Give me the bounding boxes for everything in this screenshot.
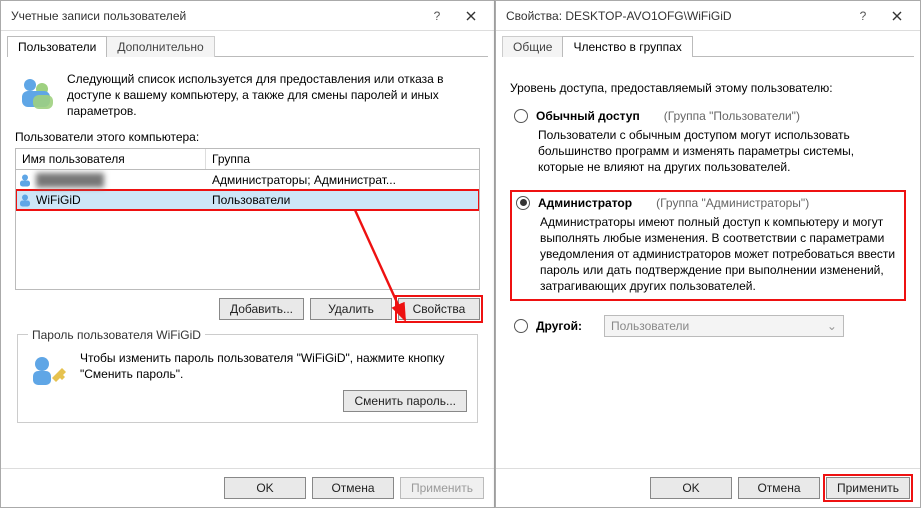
- ok-button[interactable]: OK: [650, 477, 732, 499]
- titlebar: Свойства: DESKTOP-AVO1OFG\WiFiGiD ?: [496, 1, 920, 31]
- user-properties-dialog: Свойства: DESKTOP-AVO1OFG\WiFiGiD ? Общи…: [495, 0, 921, 508]
- option-desc: Пользователи с обычным доступом могут ис…: [538, 127, 902, 176]
- close-icon: [892, 11, 902, 21]
- column-group[interactable]: Группа: [206, 149, 479, 169]
- close-button[interactable]: [880, 5, 914, 27]
- table-row[interactable]: WiFiGiD Пользователи: [16, 190, 479, 210]
- window-title: Свойства: DESKTOP-AVO1OFG\WiFiGiD: [502, 9, 846, 23]
- radio-other[interactable]: [514, 319, 528, 333]
- option-standard[interactable]: Обычный доступ (Группа "Пользователи") П…: [510, 105, 906, 180]
- user-accounts-dialog: Учетные записи пользователей ? Пользоват…: [0, 0, 495, 508]
- list-header: Имя пользователя Группа: [15, 148, 480, 170]
- close-button[interactable]: [454, 5, 488, 27]
- dialog-footer: OK Отмена Применить: [1, 468, 494, 507]
- option-other[interactable]: Другой: Пользователи ⌄: [510, 311, 906, 341]
- radio-standard[interactable]: [514, 109, 528, 123]
- option-desc: Администраторы имеют полный доступ к ком…: [540, 214, 900, 295]
- option-admin[interactable]: Администратор (Группа "Администраторы") …: [510, 190, 906, 301]
- tab-general[interactable]: Общие: [502, 36, 563, 57]
- tab-group-membership[interactable]: Членство в группах: [562, 36, 692, 57]
- change-password-button[interactable]: Сменить пароль...: [343, 390, 467, 412]
- ok-button[interactable]: OK: [224, 477, 306, 499]
- add-button[interactable]: Добавить...: [219, 298, 304, 320]
- user-icon: [16, 173, 34, 187]
- window-title: Учетные записи пользователей: [7, 9, 420, 23]
- tab-content: Уровень доступа, предоставляемый этому п…: [496, 57, 920, 359]
- chevron-down-icon: ⌄: [827, 319, 837, 333]
- users-list[interactable]: ████████ Администраторы; Администрат... …: [15, 170, 480, 290]
- cell-group: Администраторы; Администрат...: [206, 173, 479, 187]
- apply-button[interactable]: Применить: [826, 477, 910, 499]
- option-label: Обычный доступ: [536, 109, 640, 123]
- password-group: Пароль пользователя WiFiGiD Чтобы измени…: [17, 328, 478, 423]
- titlebar: Учетные записи пользователей ?: [1, 1, 494, 31]
- properties-button[interactable]: Свойства: [398, 298, 480, 320]
- cell-name: WiFiGiD: [34, 193, 206, 207]
- list-button-bar: Добавить... Удалить Свойства: [15, 298, 480, 320]
- dialog-footer: OK Отмена Применить: [496, 468, 920, 507]
- table-row[interactable]: ████████ Администраторы; Администрат...: [16, 170, 479, 190]
- remove-button[interactable]: Удалить: [310, 298, 392, 320]
- cancel-button[interactable]: Отмена: [312, 477, 394, 499]
- option-label: Администратор: [538, 196, 632, 210]
- user-icon: [16, 193, 34, 207]
- group-combo[interactable]: Пользователи ⌄: [604, 315, 844, 337]
- access-heading: Уровень доступа, предоставляемый этому п…: [510, 81, 906, 95]
- intro-text: Следующий список используется для предос…: [67, 71, 480, 120]
- option-group: (Группа "Администраторы"): [656, 196, 809, 210]
- apply-button[interactable]: Применить: [400, 477, 484, 499]
- cell-name: ████████: [34, 173, 206, 187]
- help-button[interactable]: ?: [420, 5, 454, 27]
- intro-row: Следующий список используется для предос…: [15, 71, 480, 120]
- close-icon: [466, 11, 476, 21]
- list-label: Пользователи этого компьютера:: [15, 130, 480, 144]
- password-text: Чтобы изменить пароль пользователя "WiFi…: [80, 350, 467, 382]
- users-icon: [15, 71, 57, 113]
- tab-users[interactable]: Пользователи: [7, 36, 107, 57]
- radio-admin[interactable]: [516, 196, 530, 210]
- tabs: Пользователи Дополнительно: [1, 33, 494, 56]
- cancel-button[interactable]: Отмена: [738, 477, 820, 499]
- column-name[interactable]: Имя пользователя: [16, 149, 206, 169]
- option-label: Другой:: [536, 319, 582, 333]
- tab-advanced[interactable]: Дополнительно: [106, 36, 214, 57]
- help-button[interactable]: ?: [846, 5, 880, 27]
- tabs: Общие Членство в группах: [496, 33, 920, 56]
- option-group: (Группа "Пользователи"): [664, 109, 800, 123]
- key-icon: [28, 350, 70, 392]
- cell-group: Пользователи: [206, 193, 479, 207]
- password-group-title: Пароль пользователя WiFiGiD: [28, 328, 205, 342]
- tab-content: Следующий список используется для предос…: [1, 57, 494, 431]
- combo-value: Пользователи: [611, 319, 689, 333]
